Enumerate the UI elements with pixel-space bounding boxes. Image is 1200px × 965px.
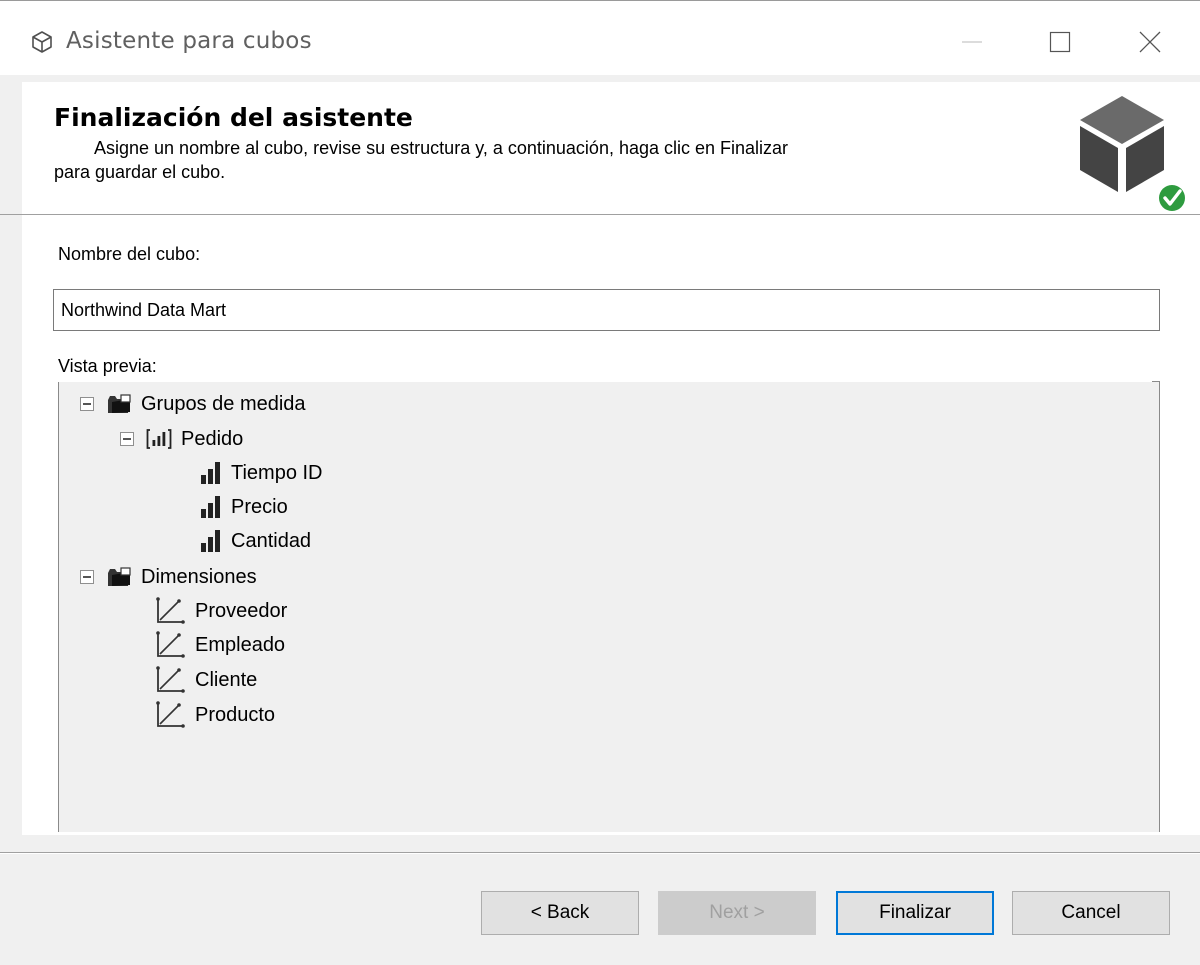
maximize-icon[interactable] [1030, 20, 1090, 64]
tree-label: Pedido [181, 427, 244, 450]
minimize-icon[interactable] [942, 20, 1002, 64]
tree-label: Cliente [195, 668, 258, 691]
dimension-icon [156, 666, 185, 693]
page-description: Asigne un nombre al cubo, revise su estr… [54, 136, 994, 184]
page-title: Finalización del asistente [54, 103, 413, 132]
cube-name-input[interactable] [53, 289, 1160, 331]
tree-label: Tiempo ID [231, 461, 323, 484]
tree-label: Dimensiones [141, 565, 257, 588]
tree-label: Empleado [195, 633, 286, 656]
folder-icon [108, 394, 131, 413]
measure-icon [201, 462, 220, 484]
preview-label: Vista previa: [58, 356, 157, 376]
tree-node-dimension[interactable]: Empleado [156, 628, 285, 662]
tree-label: Precio [231, 495, 288, 518]
tree-node-dimension[interactable]: Proveedor [156, 594, 287, 628]
tree-node-measure[interactable]: Tiempo ID [200, 456, 323, 490]
description-line-1: Asigne un nombre al cubo, revise su estr… [94, 138, 789, 158]
dimension-icon [156, 701, 185, 728]
finish-button[interactable]: Finalizar [836, 891, 994, 935]
window-title: Asistente para cubos [66, 28, 312, 54]
collapse-icon[interactable] [80, 397, 94, 411]
next-button[interactable]: Next > [658, 891, 816, 935]
cube-check-icon [1080, 96, 1188, 214]
tree-node-measure-groups[interactable]: Grupos de medida [80, 387, 306, 421]
tree-label: Proveedor [195, 599, 288, 622]
back-button[interactable]: < Back [481, 891, 639, 935]
dimension-icon [156, 631, 185, 658]
tree-node-dimensions[interactable]: Dimensiones [80, 560, 257, 594]
tree-node-measure-group[interactable]: Pedido [120, 422, 243, 456]
dimension-icon [156, 597, 185, 624]
tree-label: Grupos de medida [141, 392, 306, 415]
cube-outline-icon [32, 31, 52, 53]
tree-label: Producto [195, 703, 276, 726]
footer-separator-highlight [0, 853, 1200, 854]
collapse-icon[interactable] [120, 432, 134, 446]
close-icon[interactable] [1120, 20, 1180, 64]
collapse-icon[interactable] [80, 570, 94, 584]
cube-name-label: Nombre del cubo: [58, 244, 201, 264]
tree-node-measure[interactable]: Cantidad [200, 524, 311, 558]
tree-label: Cantidad [231, 529, 312, 552]
measure-icon [201, 496, 220, 518]
cancel-button[interactable]: Cancel [1012, 891, 1170, 935]
tree-node-measure[interactable]: Precio [200, 490, 288, 524]
description-line-2: para guardar el cubo. [54, 162, 226, 182]
tree-node-dimension[interactable]: Cliente [156, 663, 257, 697]
tree-node-dimension[interactable]: Producto [156, 698, 275, 732]
tree-border-cap [1152, 381, 1160, 382]
measure-group-icon [146, 429, 172, 449]
folder-icon [108, 567, 131, 586]
measure-icon [201, 530, 220, 552]
